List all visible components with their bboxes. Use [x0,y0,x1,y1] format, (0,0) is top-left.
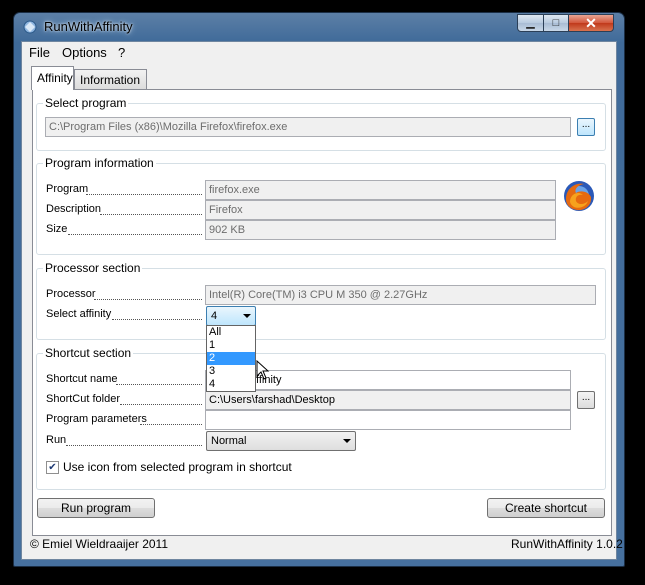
close-button[interactable]: ✕ [568,14,614,32]
menu-help[interactable]: ? [118,45,125,60]
menu-file[interactable]: File [29,45,50,60]
shortcut-legend: Shortcut section [43,346,134,360]
firefox-logo-icon [564,181,594,211]
menu-options[interactable]: Options [62,45,107,60]
maximize-button[interactable]: □ [543,14,569,32]
use-icon-checkbox-label: Use icon from selected program in shortc… [63,460,292,474]
create-shortcut-button[interactable]: Create shortcut [487,498,605,518]
program-name-field: firefox.exe [205,180,556,200]
shortcut-folder-field[interactable]: C:\Users\farshad\Desktop [205,390,571,410]
window-title: RunWithAffinity [44,19,133,34]
shortcut-folder-label: ShortCut folder [46,393,120,405]
affinity-option-1[interactable]: 1 [207,339,255,352]
run-mode-select[interactable]: Normal [206,431,356,451]
copyright-text: © Emiel Wieldraaijer 2011 [30,537,169,551]
size-dots [68,233,202,235]
affinity-select[interactable]: 4 [206,306,256,326]
use-icon-checkbox[interactable]: ✔ [46,461,59,474]
tab-affinity[interactable]: Affinity [31,66,74,90]
version-text: RunWithAffinity 1.0.2 [511,537,623,551]
program-label: Program [46,183,89,195]
dropdown-arrow-icon [243,314,251,318]
affinity-option-3[interactable]: 3 [207,365,255,378]
program-path-field[interactable]: C:\Program Files (x86)\Mozilla Firefox\f… [45,117,571,137]
run-mode-value: Normal [211,435,247,447]
minimize-button[interactable]: ▁ [517,14,544,32]
browse-folder-button[interactable]: ... [577,391,595,409]
select-program-legend: Select program [43,96,129,110]
processor-label: Processor [46,288,96,300]
description-field: Firefox [205,200,556,220]
size-label: Size [46,223,68,235]
shortcut-folder-dots [120,403,202,405]
affinity-select-value: 4 [211,310,218,322]
affinity-label: Select affinity [46,308,112,320]
processor-field: Intel(R) Core(TM) i3 CPU M 350 @ 2.27GHz [205,285,596,305]
chevron-down-icon [343,439,351,443]
description-label: Description [46,203,102,215]
affinity-option-4[interactable]: 4 [207,378,255,391]
title-bar[interactable]: RunWithAffinity ▁ □ ✕ [14,13,624,41]
menu-bar: File Options ? [22,42,616,63]
size-field: 902 KB [205,220,556,240]
affinity-dots [112,318,202,320]
shortcut-name-label: Shortcut name [46,373,118,385]
program-parameters-dots [140,423,202,425]
description-dots [100,213,202,215]
mouse-cursor-icon [256,360,270,380]
run-program-button[interactable]: Run program [37,498,155,518]
affinity-option-2[interactable]: 2 [207,352,255,365]
program-dots [86,193,202,195]
affinity-option-all[interactable]: All [207,326,255,339]
program-info-legend: Program information [43,156,156,170]
processor-dots [94,298,202,300]
shortcut-name-dots [116,383,202,385]
tab-information[interactable]: Information [74,69,147,89]
browse-program-button[interactable]: ... [577,118,595,136]
program-parameters-field[interactable] [205,410,571,430]
affinity-dropdown-list: All 1 2 3 4 [206,325,256,392]
app-icon [23,20,37,34]
program-parameters-label: Program parameters [46,413,147,425]
run-label: Run [46,434,67,446]
run-dots [66,444,202,446]
processor-legend: Processor section [43,261,143,275]
